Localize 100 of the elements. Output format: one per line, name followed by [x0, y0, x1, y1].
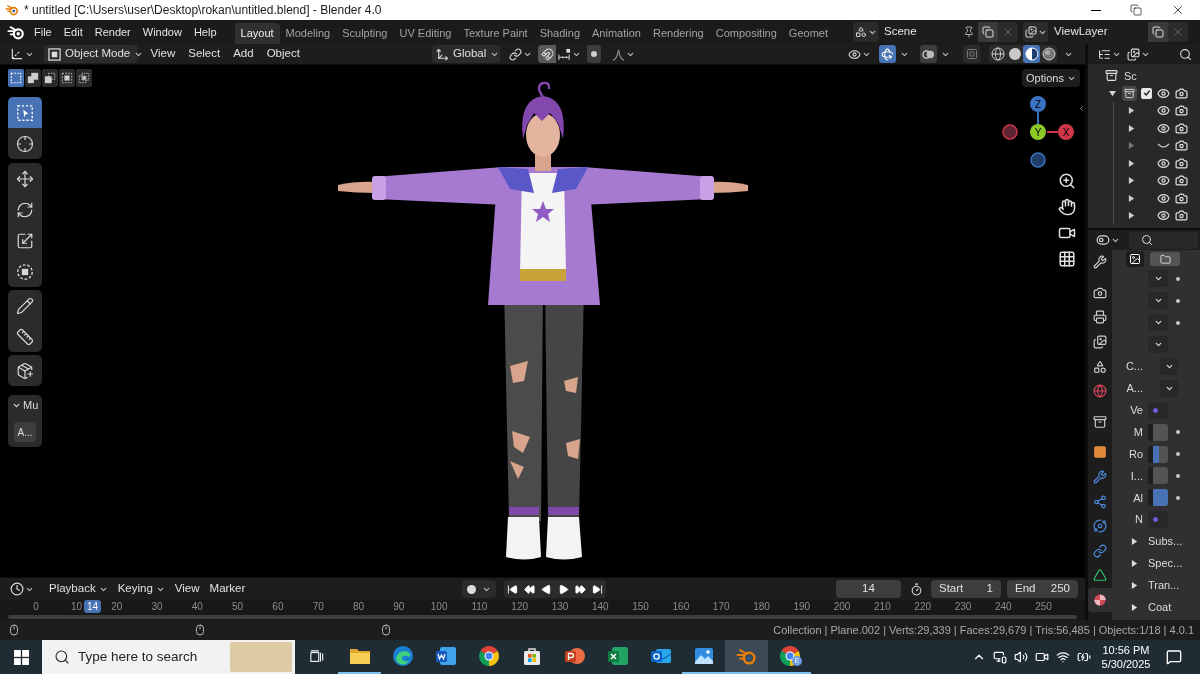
- start-frame-field[interactable]: Start 1: [931, 580, 1001, 598]
- eye-icon[interactable]: [1157, 104, 1170, 118]
- auto-keying-button[interactable]: [462, 580, 496, 598]
- search-field[interactable]: [1129, 231, 1198, 249]
- eye-icon[interactable]: [1157, 209, 1170, 223]
- menu-item[interactable]: View: [169, 580, 205, 598]
- clock-button[interactable]: 10:56 PM 5/30/2025: [1098, 640, 1154, 674]
- hand-icon[interactable]: [1058, 198, 1076, 216]
- image-button[interactable]: [1126, 251, 1144, 267]
- shading-mode-button[interactable]: [1040, 45, 1057, 63]
- menu-item[interactable]: Select: [181, 45, 227, 63]
- dropdown[interactable]: [1160, 379, 1178, 397]
- dropdown[interactable]: [1148, 314, 1168, 332]
- eye-icon[interactable]: [1157, 156, 1170, 170]
- tool-button[interactable]: [8, 256, 42, 287]
- menu-item[interactable]: Edit: [57, 22, 89, 42]
- camera-icon[interactable]: [1175, 86, 1188, 100]
- menu-item[interactable]: Keying: [112, 580, 170, 598]
- expand-arrow-icon[interactable]: [1128, 124, 1135, 132]
- filter-dropdown[interactable]: [1127, 45, 1150, 63]
- current-frame-field[interactable]: 14: [836, 580, 901, 598]
- expand-arrow-icon[interactable]: [1109, 89, 1116, 97]
- closed-eye-icon[interactable]: [1157, 142, 1170, 149]
- camera-icon[interactable]: [1175, 139, 1188, 153]
- panel-section-header[interactable]: Coat: [1112, 596, 1200, 619]
- playhead[interactable]: 14: [84, 600, 101, 613]
- tool-button[interactable]: [8, 321, 42, 352]
- search-box[interactable]: Type here to search: [42, 640, 295, 674]
- panel-section-header[interactable]: Tran...: [1112, 574, 1200, 597]
- chevron-left-icon[interactable]: [1078, 104, 1085, 113]
- properties-tab[interactable]: [1088, 587, 1112, 613]
- operator-button[interactable]: A...: [14, 422, 36, 442]
- shading-mode-button[interactable]: [1006, 45, 1023, 63]
- slider-track[interactable]: [1148, 445, 1168, 463]
- panel-section-header[interactable]: Spec...: [1112, 552, 1200, 575]
- expand-arrow-icon[interactable]: [1128, 194, 1135, 202]
- eye-icon[interactable]: [1157, 174, 1170, 188]
- selection-mode-button[interactable]: [8, 69, 24, 87]
- menu-item[interactable]: Render: [88, 22, 137, 42]
- tool-button[interactable]: [8, 128, 42, 159]
- vector-input-field[interactable]: [1148, 511, 1168, 529]
- scene-browse-button[interactable]: [853, 22, 878, 42]
- pivot-point-button[interactable]: [507, 45, 533, 63]
- y-axis-handle[interactable]: Y: [1030, 124, 1046, 140]
- menu-item[interactable]: File: [28, 22, 58, 42]
- workspace-tab[interactable]: Layout: [234, 23, 280, 44]
- workspace-tab[interactable]: Geomet: [782, 23, 834, 44]
- negative-x-axis-handle[interactable]: [1002, 124, 1018, 140]
- workspace-tab[interactable]: Animation: [586, 23, 647, 44]
- eye-icon[interactable]: [1157, 86, 1170, 100]
- checkbox[interactable]: [1141, 87, 1152, 99]
- expand-arrow-icon[interactable]: [1128, 159, 1135, 167]
- camera-icon[interactable]: [1175, 121, 1188, 135]
- orientation-dropdown[interactable]: Global: [432, 45, 500, 63]
- value-field[interactable]: [1148, 467, 1168, 485]
- proportional-editing-toggle[interactable]: [587, 45, 601, 63]
- expand-arrow-icon[interactable]: [1128, 177, 1135, 185]
- shading-mode-button[interactable]: [1023, 45, 1040, 63]
- workspace-tab[interactable]: Shading: [533, 23, 587, 44]
- menu-item[interactable]: Object: [260, 45, 307, 63]
- menu-item[interactable]: Playback: [44, 580, 113, 598]
- workspace-tab[interactable]: Rendering: [646, 23, 710, 44]
- scrollbar[interactable]: [8, 615, 1077, 619]
- selection-mode-button[interactable]: [42, 69, 58, 87]
- menu-item[interactable]: Help: [187, 22, 223, 42]
- end-frame-field[interactable]: End 250: [1007, 580, 1078, 598]
- slider-track[interactable]: [1148, 489, 1168, 507]
- browse-button[interactable]: [1150, 252, 1180, 266]
- expand-arrow-icon[interactable]: [1128, 107, 1135, 115]
- camera-icon[interactable]: [1175, 174, 1188, 188]
- shading-mode-button[interactable]: [989, 45, 1006, 63]
- options-dropdown[interactable]: Options: [1022, 69, 1080, 87]
- vector-input-field[interactable]: [1148, 401, 1168, 419]
- dropdown[interactable]: [1160, 358, 1178, 375]
- dropdown[interactable]: [1148, 292, 1168, 310]
- xray-toggle[interactable]: [963, 45, 980, 63]
- snap-toggle[interactable]: [538, 45, 556, 63]
- negative-z-axis-handle[interactable]: [1030, 152, 1046, 168]
- workspace-tab[interactable]: Compositing: [709, 23, 783, 44]
- menu-item[interactable]: Marker: [204, 580, 251, 598]
- dropdown[interactable]: [1148, 336, 1168, 354]
- panel-section-header[interactable]: Subs...: [1112, 530, 1200, 553]
- grid-icon[interactable]: [1058, 250, 1076, 268]
- view-layer-browse-button[interactable]: [1023, 22, 1048, 42]
- camera-icon[interactable]: [1175, 104, 1188, 118]
- new-view-layer-button[interactable]: [1148, 22, 1168, 42]
- menu-item[interactable]: Add: [226, 45, 261, 63]
- workspace-tab[interactable]: Texture Paint: [457, 23, 534, 44]
- selection-mode-button[interactable]: [25, 69, 41, 87]
- search-input[interactable]: Type here to search: [78, 646, 218, 668]
- camera-icon[interactable]: [1175, 191, 1188, 205]
- zoom-icon[interactable]: [1058, 172, 1076, 190]
- gizmo-toggle[interactable]: [879, 45, 896, 63]
- workspace-tab[interactable]: Modeling: [279, 23, 337, 44]
- camera-icon[interactable]: [1175, 209, 1188, 223]
- eye-icon[interactable]: [1157, 191, 1170, 205]
- selection-mode-button[interactable]: [76, 69, 92, 87]
- menu-item[interactable]: Window: [136, 22, 188, 42]
- overlays-toggle[interactable]: [920, 45, 937, 63]
- expand-arrow-icon[interactable]: [1128, 212, 1135, 220]
